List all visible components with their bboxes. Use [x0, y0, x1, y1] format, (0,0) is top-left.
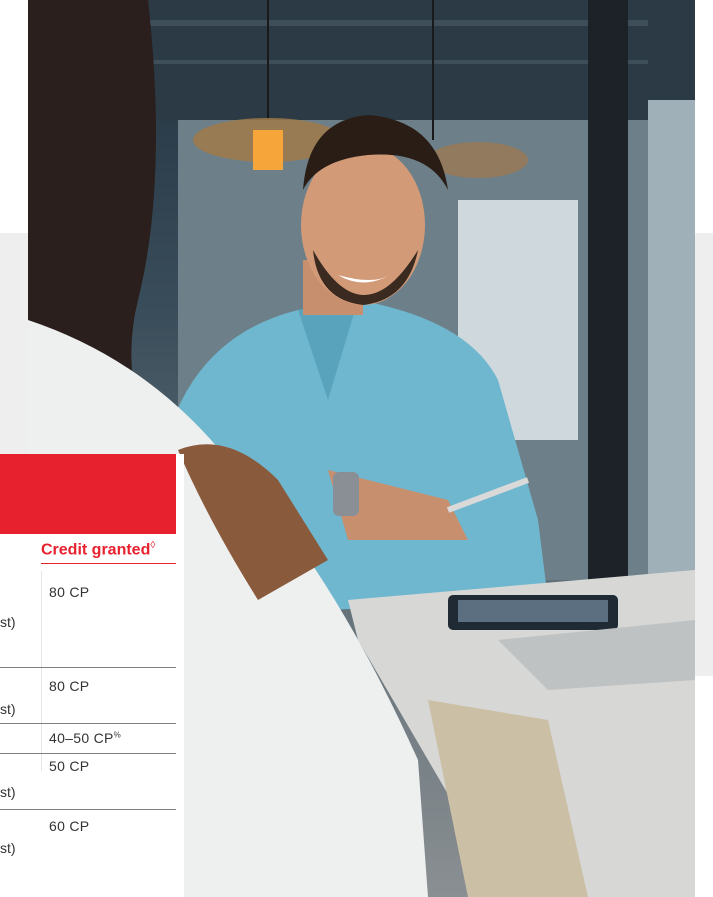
credit-value-cell: 40–50 CP%: [49, 730, 121, 746]
credit-table: Credit granted◊ st) 80 CP st) 80 CP 40–5…: [0, 454, 184, 897]
credit-value: 40–50 CP: [49, 730, 114, 746]
credit-value: 80 CP: [49, 678, 90, 694]
table-row: st) 50 CP: [0, 754, 176, 810]
credit-granted-label: Credit granted: [41, 541, 151, 559]
credit-footnote-marker: %: [113, 730, 122, 740]
row-label-fragment: st): [0, 784, 16, 800]
credit-value: 50 CP: [49, 758, 90, 774]
table-row: st) 60 CP: [0, 810, 176, 890]
table-row: st) 80 CP: [0, 668, 176, 724]
credit-value: 80 CP: [49, 584, 90, 600]
credit-marker: ◊: [150, 540, 156, 551]
row-label-fragment: st): [0, 614, 16, 630]
credit-granted-header: Credit granted◊: [41, 537, 176, 565]
table-row: 40–50 CP%: [0, 724, 176, 754]
row-label-fragment: st): [0, 840, 16, 856]
table-row: st) 80 CP: [0, 583, 176, 668]
credit-value: 60 CP: [49, 818, 90, 834]
table-header-bar: [0, 454, 176, 534]
row-label-fragment: st): [0, 701, 16, 717]
